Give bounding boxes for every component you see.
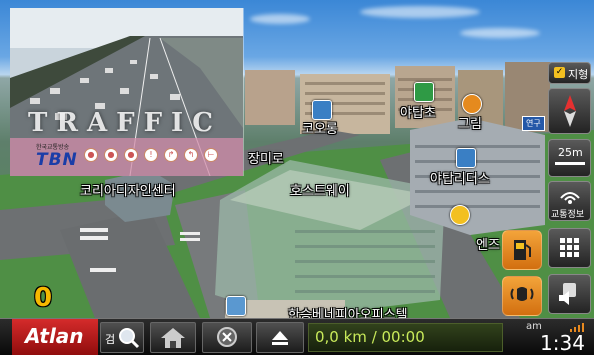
road-tag: 연구: [522, 116, 545, 131]
traffic-icon: !: [144, 148, 158, 162]
distant-building: [245, 70, 295, 125]
tbn-logo: TBN: [36, 150, 78, 170]
traffic-title: TRAFFIC: [28, 108, 222, 138]
traffic-icon: ●: [124, 148, 138, 162]
cancel-route-button[interactable]: [202, 322, 252, 353]
search-icon: [119, 328, 140, 349]
traffic-icon: ↰: [184, 148, 198, 162]
traffic-info-label: 교통정보: [551, 210, 585, 220]
eject-icon: [272, 331, 288, 345]
current-speed: 0: [34, 283, 53, 313]
volume-button[interactable]: [548, 274, 591, 314]
poi-school-icon[interactable]: [414, 82, 434, 102]
terrain-label: 지형: [568, 68, 589, 81]
alert-button[interactable]: [502, 276, 542, 316]
traffic-icon: ●: [104, 148, 118, 162]
home-button[interactable]: [150, 322, 196, 353]
traffic-icon: ●: [84, 148, 98, 162]
fuel-station-icon: [514, 240, 531, 260]
atlan-menu-button[interactable]: Atlan: [12, 319, 98, 355]
alert-speaker-icon: [510, 287, 534, 301]
scale-button[interactable]: 25m: [548, 139, 591, 177]
compass-button[interactable]: [548, 88, 591, 134]
map-label: 야탑리더스: [430, 172, 490, 187]
fuel-station-button[interactable]: [502, 230, 542, 270]
traffic-icon: ↱: [164, 148, 178, 162]
terrain-toggle[interactable]: ✓ 지형: [548, 62, 591, 84]
map-label: 엔즈: [476, 238, 500, 253]
grid-menu-icon: [560, 238, 579, 257]
traffic-info-button[interactable]: 교통정보: [548, 181, 591, 221]
street-label: 장미로: [248, 152, 284, 167]
search-button[interactable]: 검: [100, 322, 144, 353]
home-icon: [161, 328, 185, 348]
poi-food-icon[interactable]: [462, 94, 482, 114]
distance-time-display: 0,0 km / 00:00: [308, 323, 503, 352]
wifi-signal-icon: [560, 192, 580, 204]
bottom-bar: Atlan 검 0,0 km / 00:00 am 1:34: [0, 318, 594, 355]
poi-building-icon[interactable]: [226, 296, 246, 316]
eject-button[interactable]: [256, 322, 304, 353]
clock-time: 1:34: [540, 331, 585, 355]
map-label: 코오롱: [302, 122, 338, 137]
scale-label: 25m: [558, 146, 583, 159]
poi-gas-icon[interactable]: [450, 205, 470, 225]
menu-button[interactable]: [548, 228, 591, 268]
map-label: 그림: [458, 117, 482, 132]
clock: am 1:34: [508, 321, 590, 355]
poi-building-icon[interactable]: [456, 148, 476, 168]
map-label: 호스트웨이: [290, 184, 350, 199]
compass-icon: [564, 95, 576, 127]
search-label: 검: [105, 333, 116, 346]
navigation-screen: 코오롱 야탑초 그림 야탑리더스 장미로 코리아디자인센터 호스트웨이 한승베네…: [0, 0, 594, 355]
cancel-icon: [217, 327, 237, 347]
scale-bar: [555, 162, 585, 165]
traffic-camera-view[interactable]: TRAFFIC 한국교통방송 TBN ● ● ● ! ↱ ↰ ⊢: [10, 8, 244, 176]
poi-building-icon[interactable]: [312, 100, 332, 120]
brand-logo: Atlan: [25, 324, 84, 348]
map-label: 야탑초: [400, 106, 436, 121]
volume-icon: [559, 283, 576, 305]
map-label: 코리아디자인센터: [80, 184, 176, 199]
traffic-icon: ⊢: [204, 148, 218, 162]
terrain-checkbox-icon: ✓: [554, 67, 565, 78]
